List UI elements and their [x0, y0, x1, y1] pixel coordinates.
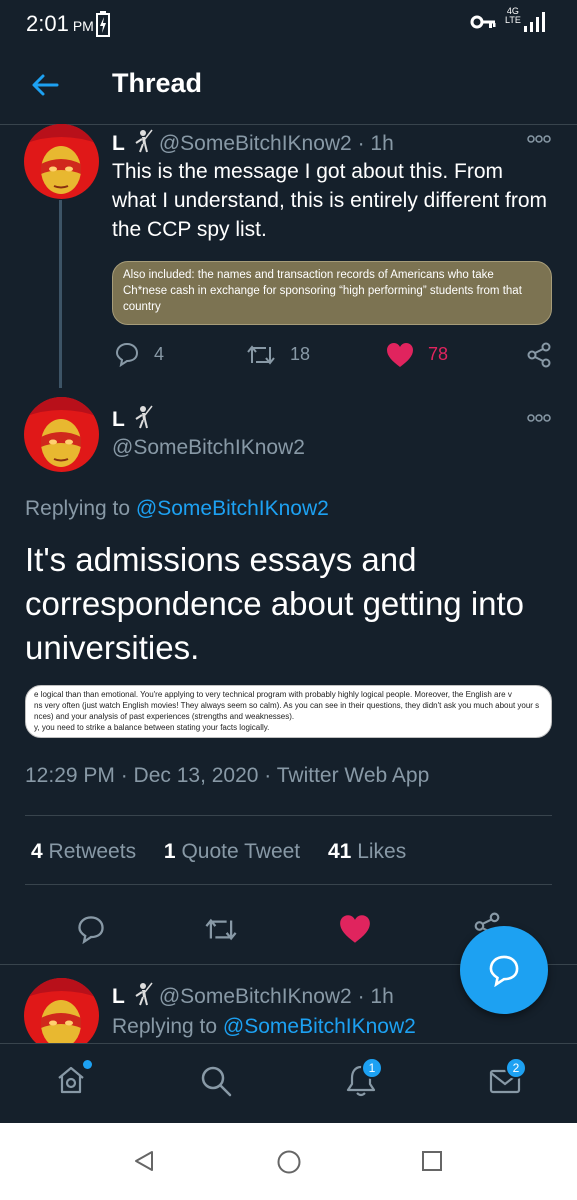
battery-charging-icon — [96, 11, 110, 37]
notifications-badge: 1 — [361, 1057, 383, 1079]
tweet-image[interactable]: Also included: the names and transaction… — [112, 261, 552, 325]
tweet-text: This is the message I got about this. Fr… — [112, 160, 547, 241]
tweet-time: · 1h — [357, 132, 394, 155]
search-icon — [201, 1066, 232, 1097]
back-arrow-icon[interactable] — [30, 70, 60, 100]
quote-tweets-stat[interactable]: 1 Quote Tweet — [164, 840, 300, 863]
nav-home[interactable] — [55, 1060, 92, 1101]
more-options-icon[interactable] — [527, 414, 551, 422]
home-icon — [58, 1066, 84, 1094]
nav-notifications[interactable]: 1 — [344, 1057, 383, 1103]
reply-count: 4 — [154, 344, 165, 364]
replying-to-link[interactable]: @SomeBitchIKnow2 — [136, 497, 329, 520]
system-back-icon[interactable] — [132, 1149, 156, 1173]
tweet-stats: 4 Retweets 1 Quote Tweet 41 Likes — [31, 840, 428, 864]
divider — [25, 884, 552, 885]
system-home-icon[interactable] — [276, 1149, 302, 1175]
tweet-meta: L @SomeBitchIKnow2 · 1h — [112, 129, 394, 156]
status-time: 2:01 PM — [26, 11, 94, 36]
reply-tweet-meta: L @SomeBitchIKnow2 · 1h — [112, 982, 394, 1009]
replying-to-link[interactable]: @SomeBitchIKnow2 — [223, 1015, 416, 1038]
author-handle[interactable]: @SomeBitchIKnow2 — [159, 132, 352, 155]
page-title: Thread — [112, 68, 203, 98]
system-recents-icon[interactable] — [421, 1150, 443, 1172]
tweet-image[interactable]: e logical than than emotional. You're ap… — [25, 685, 552, 738]
thread-connector-line — [59, 200, 62, 388]
status-bar: 2:01 PM 4G LTE — [0, 0, 577, 50]
app-header: Thread — [0, 50, 577, 122]
system-navigation-bar — [0, 1123, 577, 1200]
vpn-key-icon — [470, 15, 496, 29]
reply-bubble-icon — [489, 955, 519, 987]
author-name[interactable]: L — [112, 132, 125, 155]
retweet-icon[interactable] — [246, 343, 276, 367]
avatar[interactable] — [24, 978, 99, 1053]
avatar[interactable] — [24, 124, 99, 199]
fencer-emoji-icon — [135, 405, 153, 429]
like-icon[interactable] — [386, 342, 414, 368]
author-name[interactable]: L — [112, 985, 125, 1008]
fencer-emoji-icon — [135, 982, 153, 1006]
tweet-time: · 1h — [357, 985, 394, 1008]
bottom-nav: 1 2 — [0, 1043, 577, 1123]
author-name[interactable]: L — [112, 408, 125, 431]
like-icon[interactable] — [339, 914, 371, 944]
author-handle[interactable]: @SomeBitchIKnow2 — [159, 985, 352, 1008]
share-icon[interactable] — [526, 342, 552, 368]
tweet-timestamp: 12:29 PM · Dec 13, 2020 · Twitter Web Ap… — [25, 764, 430, 787]
replying-to: Replying to @SomeBitchIKnow2 — [25, 497, 329, 520]
retweet-count: 18 — [290, 344, 311, 364]
header-divider — [0, 124, 577, 125]
retweets-stat[interactable]: 4 Retweets — [31, 840, 136, 863]
avatar[interactable] — [24, 397, 99, 472]
reply-icon[interactable] — [76, 914, 106, 944]
fencer-emoji-icon — [135, 129, 153, 153]
divider — [25, 815, 552, 816]
main-author-name-row: L — [112, 405, 159, 432]
nav-messages[interactable]: 2 — [488, 1057, 527, 1103]
author-handle[interactable]: @SomeBitchIKnow2 — [112, 436, 305, 460]
retweet-icon[interactable] — [204, 916, 238, 943]
network-type-label: 4G LTE — [505, 6, 521, 25]
tweet-text: It's admissions essays and correspondenc… — [25, 541, 525, 666]
like-count: 78 — [428, 344, 449, 364]
messages-badge: 2 — [505, 1057, 527, 1079]
nav-search[interactable] — [199, 1064, 233, 1103]
reply-icon[interactable] — [114, 341, 140, 367]
replying-to: Replying to @SomeBitchIKnow2 — [112, 1015, 416, 1038]
more-options-icon[interactable] — [527, 135, 551, 143]
new-content-dot — [83, 1060, 92, 1069]
signal-strength-icon — [524, 12, 545, 32]
compose-reply-button[interactable] — [460, 926, 548, 1014]
likes-stat[interactable]: 41 Likes — [328, 840, 406, 863]
